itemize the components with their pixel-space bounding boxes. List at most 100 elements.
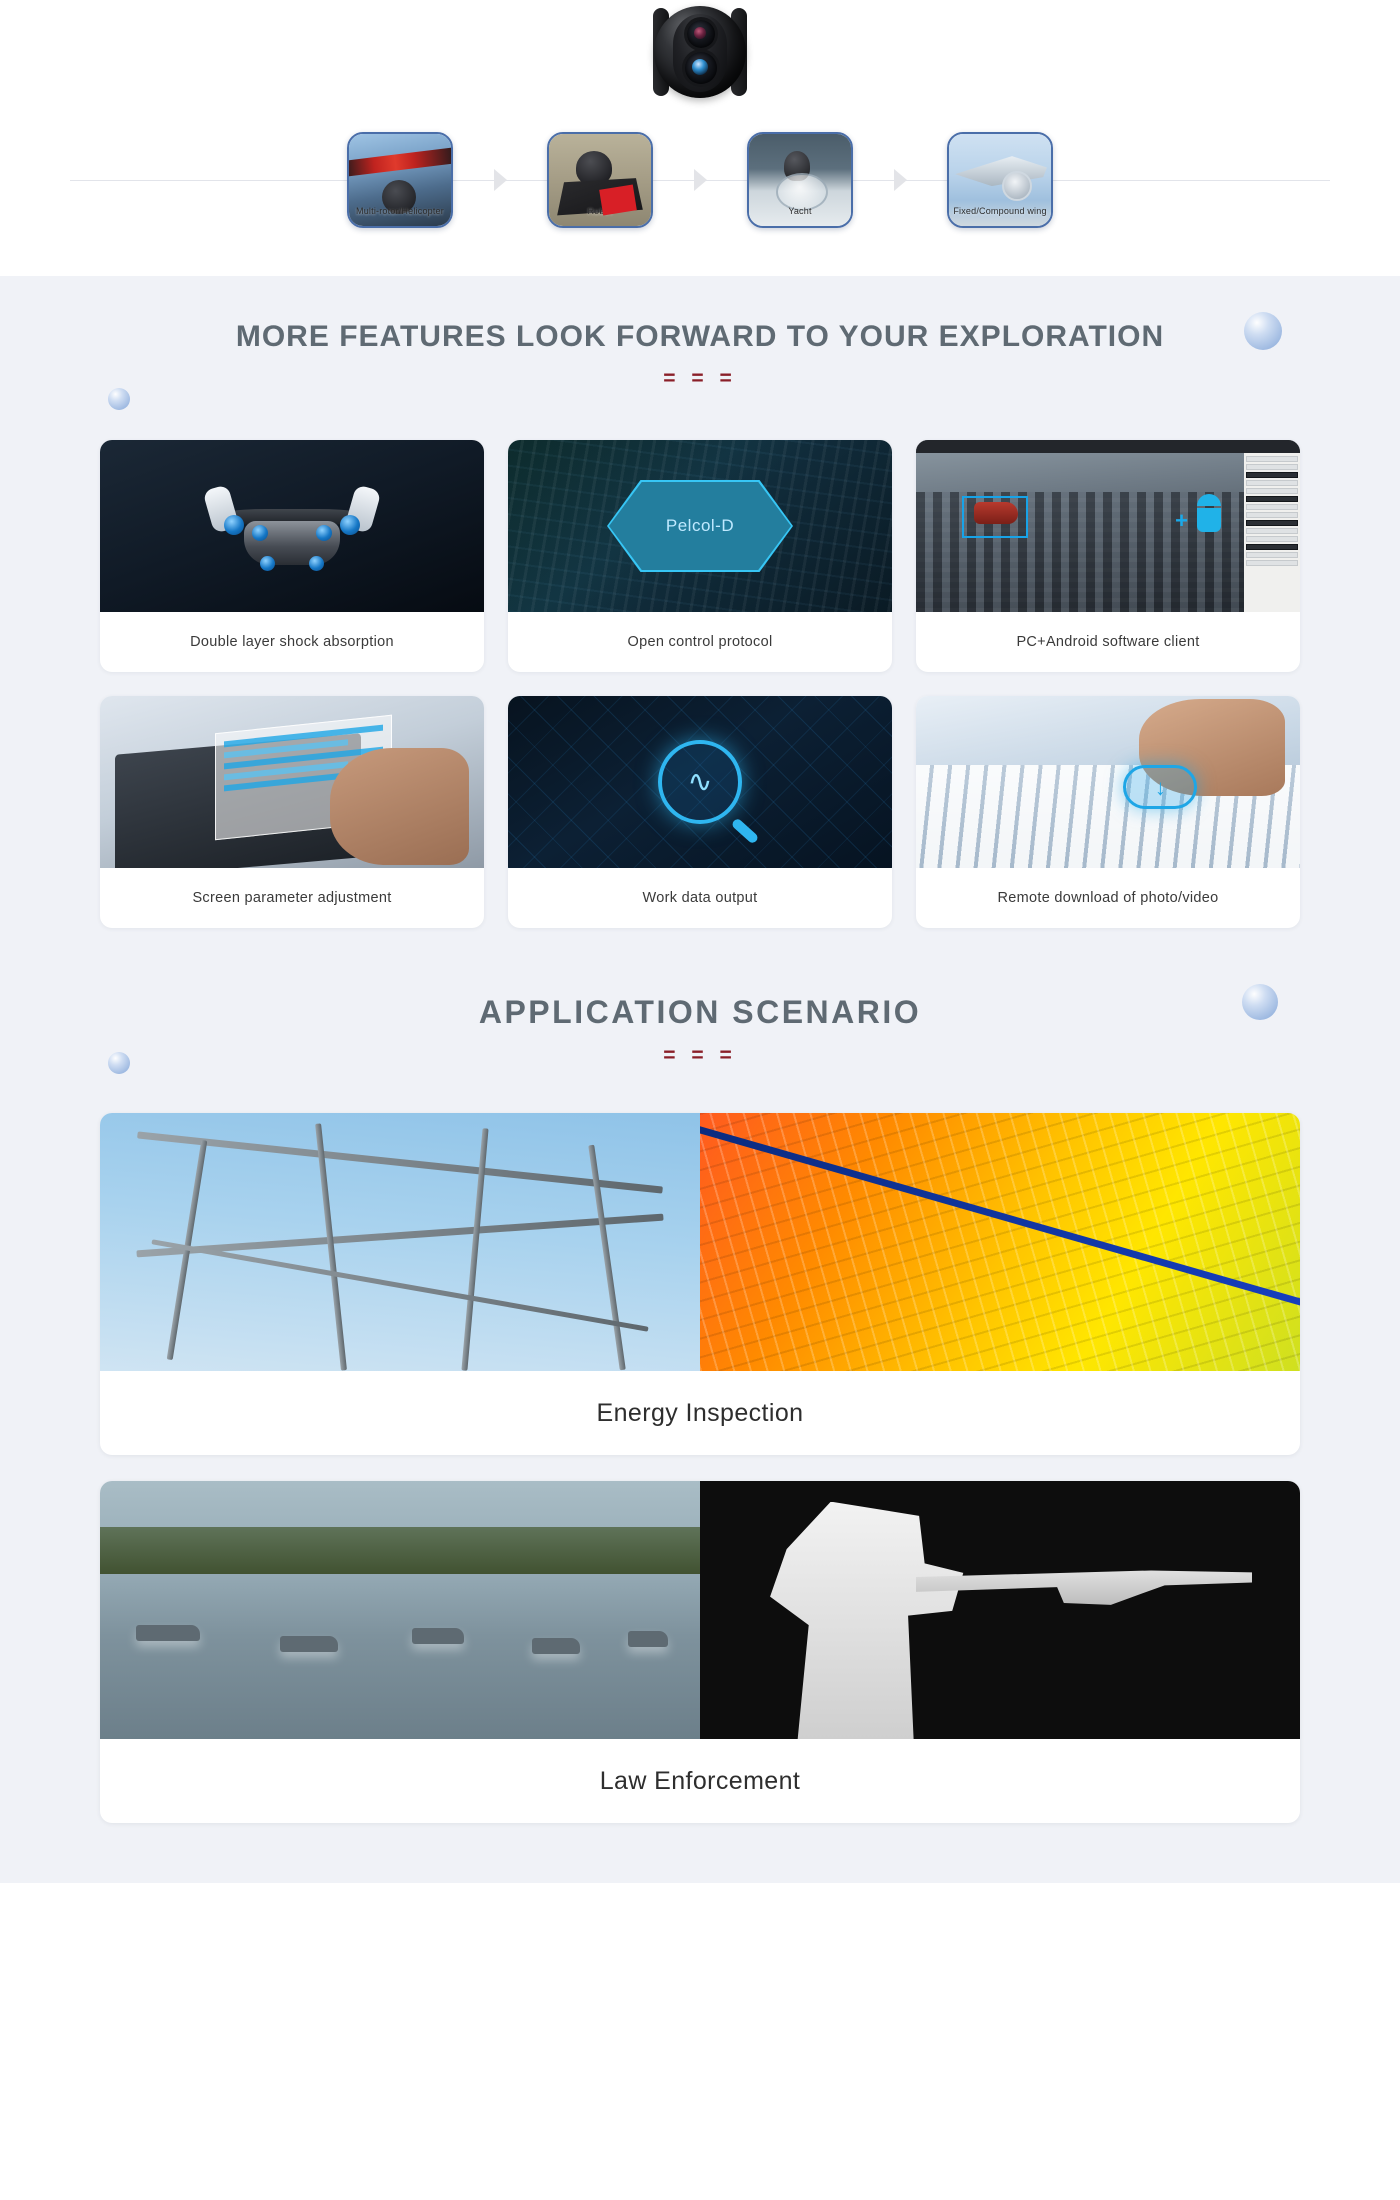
feature-card-work-data[interactable]: ∿ Work data output	[508, 696, 892, 928]
scenario-card-energy-inspection[interactable]: Energy Inspection	[100, 1113, 1300, 1455]
gimbal-lens-bottom	[685, 52, 717, 84]
river-bank	[100, 1527, 700, 1574]
chevron-right-icon	[693, 169, 707, 191]
scenario-card-law-enforcement[interactable]: Law Enforcement	[100, 1481, 1300, 1823]
feature-thumb-open-protocol: Pelcol-D	[508, 440, 892, 612]
feature-card-screen-parameter[interactable]: Screen parameter adjustment	[100, 696, 484, 928]
feature-grid: Double layer shock absorption Pelcol-D O…	[100, 440, 1300, 928]
feature-card-software-client[interactable]: + PC+Android software client	[916, 440, 1300, 672]
panel-row	[1246, 512, 1298, 518]
protocol-name-label: Pelcol-D	[609, 482, 791, 570]
divider-marks: = = =	[663, 367, 737, 390]
platform-card-yacht[interactable]: Yacht	[747, 132, 853, 228]
panel-row	[1246, 488, 1298, 494]
gimbal-damper-illustration	[202, 484, 382, 573]
patrol-boat	[628, 1630, 668, 1647]
tower-structure	[100, 1113, 700, 1371]
scenario-image-thermal-solar	[700, 1113, 1300, 1371]
scenario-caption: Law Enforcement	[599, 1766, 801, 1795]
feature-thumb-shock-absorption	[100, 440, 484, 612]
scenario-image-thermal-person	[700, 1481, 1300, 1739]
gimbal-camera-image	[0, 6, 1400, 98]
selection-box	[962, 496, 1028, 538]
scenario-images	[100, 1113, 1300, 1371]
platform-list: Multi-rotor/Helicopter Robot Yacht Fixed…	[0, 120, 1400, 240]
feature-card-shock-absorption[interactable]: Double layer shock absorption	[100, 440, 484, 672]
panel-row	[1246, 464, 1298, 470]
panel-row	[1246, 472, 1298, 478]
platform-label-yacht: Yacht	[788, 206, 812, 216]
panel-row	[1246, 456, 1298, 462]
cloud-download-icon: ↓	[1123, 764, 1198, 809]
waveform-icon: ∿	[687, 765, 713, 799]
damper-ball	[309, 556, 324, 572]
scenario-list: Energy Inspection Law Enforcement	[100, 1113, 1300, 1823]
client-side-panel	[1244, 453, 1300, 612]
panel-row	[1246, 560, 1298, 566]
platform-arrow-1	[453, 169, 547, 191]
panel-row	[1246, 552, 1298, 558]
feature-card-remote-download[interactable]: ↓ Remote download of photo/video	[916, 696, 1300, 928]
feature-caption: Work data output	[642, 890, 758, 906]
chevron-right-icon	[893, 169, 907, 191]
platform-arrow-2	[653, 169, 747, 191]
damper-ball	[252, 525, 268, 542]
tower-strut	[151, 1239, 649, 1332]
plus-icon: +	[1175, 508, 1188, 533]
panel-row	[1246, 536, 1298, 542]
decorative-orb	[1244, 312, 1282, 350]
scenario-caption: Energy Inspection	[596, 1398, 804, 1427]
gimbal-icon	[653, 6, 747, 98]
feature-thumb-software-client: +	[916, 440, 1300, 612]
divider-marks: = = =	[663, 1044, 737, 1067]
panel-row	[1246, 520, 1298, 526]
client-toolbar	[916, 440, 1300, 453]
patrol-boat	[280, 1635, 338, 1652]
platform-arrow-3	[853, 169, 947, 191]
damper-ball	[340, 515, 360, 536]
android-robot-icon	[1194, 494, 1224, 538]
chevron-right-icon	[493, 169, 507, 191]
feature-caption: Open control protocol	[627, 634, 773, 650]
content-section: MORE FEATURES LOOK FORWARD TO YOUR EXPLO…	[0, 276, 1400, 1883]
platform-card-robot[interactable]: Robot	[547, 132, 653, 228]
platform-card-multirotor[interactable]: Multi-rotor/Helicopter	[347, 132, 453, 228]
decorative-orb	[108, 388, 130, 410]
platform-label-multirotor: Multi-rotor/Helicopter	[356, 206, 444, 216]
hero-section: Multi-rotor/Helicopter Robot Yacht Fixed…	[0, 0, 1400, 276]
damper-ball	[316, 525, 332, 542]
scenario-image-patrol-boats	[100, 1481, 700, 1739]
tower-strut	[315, 1123, 347, 1371]
decorative-orb	[108, 1052, 130, 1074]
scenario-heading: APPLICATION SCENARIO	[478, 994, 922, 1030]
feature-caption: PC+Android software client	[1016, 634, 1200, 650]
android-head	[1197, 494, 1221, 506]
tower-strut	[137, 1131, 663, 1195]
patrol-boat	[136, 1625, 200, 1642]
panel-row	[1246, 480, 1298, 486]
feature-caption: Remote download of photo/video	[997, 890, 1219, 906]
thermal-figure	[770, 1501, 964, 1739]
patrol-boat	[412, 1628, 464, 1645]
feature-caption: Screen parameter adjustment	[192, 890, 392, 906]
platform-card-fixed-wing[interactable]: Fixed/Compound wing	[947, 132, 1053, 228]
download-arrow-icon: ↓	[1154, 774, 1166, 800]
decorative-orb	[1242, 984, 1278, 1020]
thermal-rifle	[916, 1570, 1252, 1605]
hexagon-badge: Pelcol-D	[607, 480, 793, 572]
panel-row	[1246, 504, 1298, 510]
damper-ball	[260, 556, 275, 572]
platform-label-fixed-wing: Fixed/Compound wing	[953, 206, 1047, 216]
scenario-heading-block: APPLICATION SCENARIO = = =	[0, 984, 1400, 1074]
feature-thumb-work-data: ∿	[508, 696, 892, 868]
feature-thumb-screen-parameter	[100, 696, 484, 868]
panel-row	[1246, 496, 1298, 502]
solar-panel-seam	[700, 1113, 1300, 1336]
gimbal-lens-top	[687, 20, 715, 48]
scenario-divider: = = =	[0, 1045, 1400, 1067]
scenario-images	[100, 1481, 1300, 1739]
panel-row	[1246, 544, 1298, 550]
feature-card-open-protocol[interactable]: Pelcol-D Open control protocol	[508, 440, 892, 672]
features-heading: MORE FEATURES LOOK FORWARD TO YOUR EXPLO…	[235, 320, 1165, 353]
platform-strip: Multi-rotor/Helicopter Robot Yacht Fixed…	[0, 120, 1400, 240]
